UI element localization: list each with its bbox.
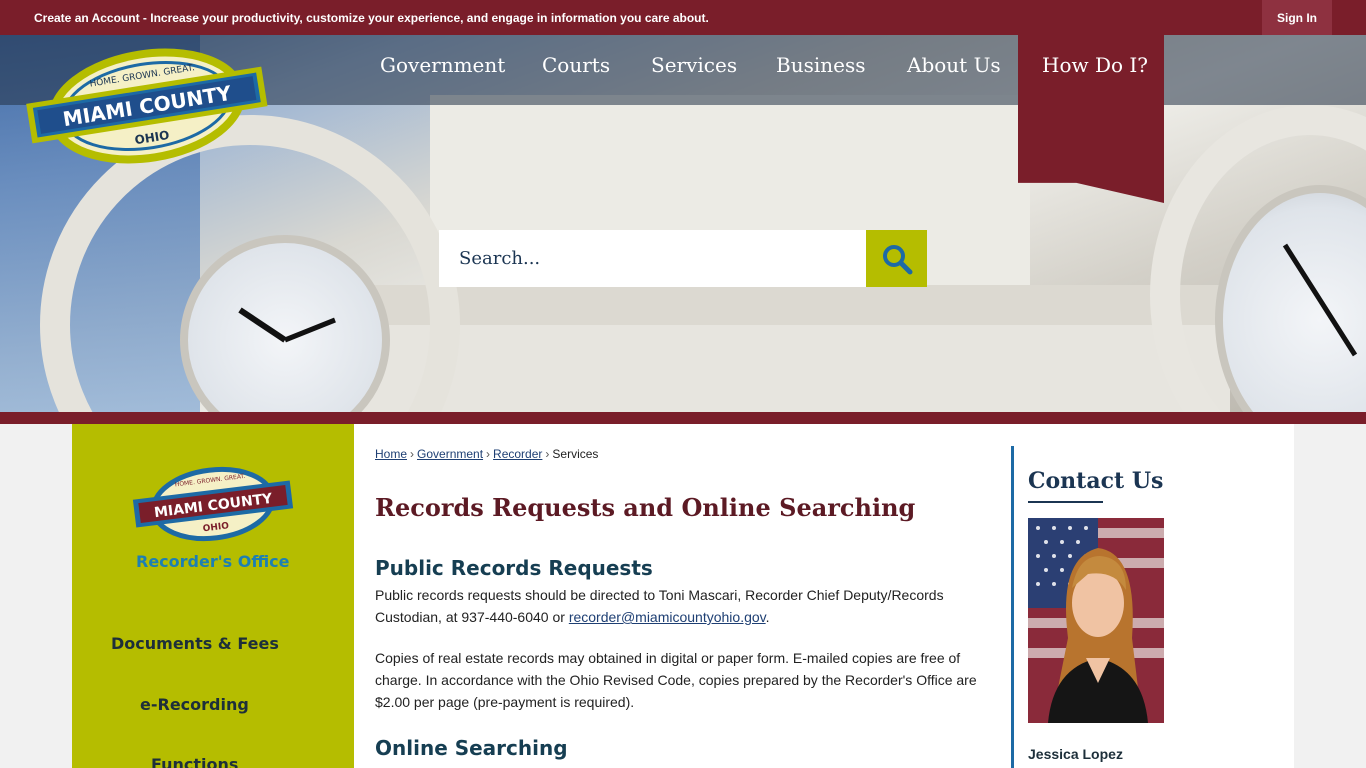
nav-services[interactable]: Services	[651, 53, 737, 77]
contact-us-title: Contact Us	[1028, 468, 1164, 494]
public-records-text: Public records requests should be direct…	[375, 584, 1000, 628]
nav-courts[interactable]: Courts	[542, 53, 610, 77]
search-button[interactable]	[866, 230, 927, 287]
breadcrumb-separator: ›	[486, 447, 491, 461]
breadcrumb-separator: ›	[410, 447, 415, 461]
nav-about-us[interactable]: About Us	[907, 53, 1001, 77]
sign-in-button[interactable]: Sign In	[1262, 0, 1332, 35]
recorder-email-link[interactable]: recorder@miamicountyohio.gov	[569, 609, 766, 625]
nav-business[interactable]: Business	[776, 53, 865, 77]
account-message: Create an Account - Increase your produc…	[34, 11, 709, 25]
main-nav: Government Courts Services Business Abou…	[0, 53, 1366, 83]
hero-lower-wall	[330, 325, 1230, 412]
nav-government[interactable]: Government	[380, 53, 505, 77]
sidebar-item-e-recording[interactable]: e-Recording	[140, 695, 249, 714]
breadcrumb-separator: ›	[545, 447, 550, 461]
search-input[interactable]	[439, 230, 866, 287]
contact-title-underline	[1028, 501, 1103, 503]
online-searching-heading: Online Searching	[375, 736, 568, 760]
sidebar-item-functions[interactable]: Functions	[151, 755, 238, 768]
breadcrumb: Home › Government › Recorder › Services	[375, 447, 598, 461]
recorder-logo[interactable]: MIAMI COUNTY HOME. GROWN. GREAT. OHIO	[128, 462, 298, 547]
search-icon	[882, 244, 912, 274]
right-clock-hands	[1282, 243, 1358, 357]
top-bar: Create an Account - Increase your produc…	[0, 0, 1366, 35]
create-account-link[interactable]: Create an Account	[34, 11, 140, 25]
breadcrumb-current: Services	[552, 447, 599, 461]
public-records-end: .	[765, 609, 770, 625]
copies-text: Copies of real estate records may obtain…	[375, 650, 977, 710]
hero-bottom-bar	[0, 412, 1366, 424]
breadcrumb-recorder[interactable]: Recorder	[493, 447, 542, 461]
column-divider	[1011, 446, 1014, 768]
breadcrumb-home[interactable]: Home	[375, 447, 407, 461]
sidebar-item-documents-fees[interactable]: Documents & Fees	[111, 634, 279, 653]
recorder-caption: Recorder's Office	[136, 552, 290, 571]
breadcrumb-government[interactable]: Government	[417, 447, 483, 461]
contact-photo	[1028, 518, 1164, 723]
hero-cornice	[330, 285, 1230, 325]
page-title: Records Requests and Online Searching	[375, 493, 916, 522]
left-clock-hands	[238, 307, 336, 343]
public-records-heading: Public Records Requests	[375, 556, 653, 580]
contact-name: Jessica Lopez	[1028, 746, 1123, 762]
nav-how-do-i[interactable]: How Do I?	[1042, 53, 1148, 77]
account-message-text: - Increase your productivity, customize …	[139, 11, 709, 25]
